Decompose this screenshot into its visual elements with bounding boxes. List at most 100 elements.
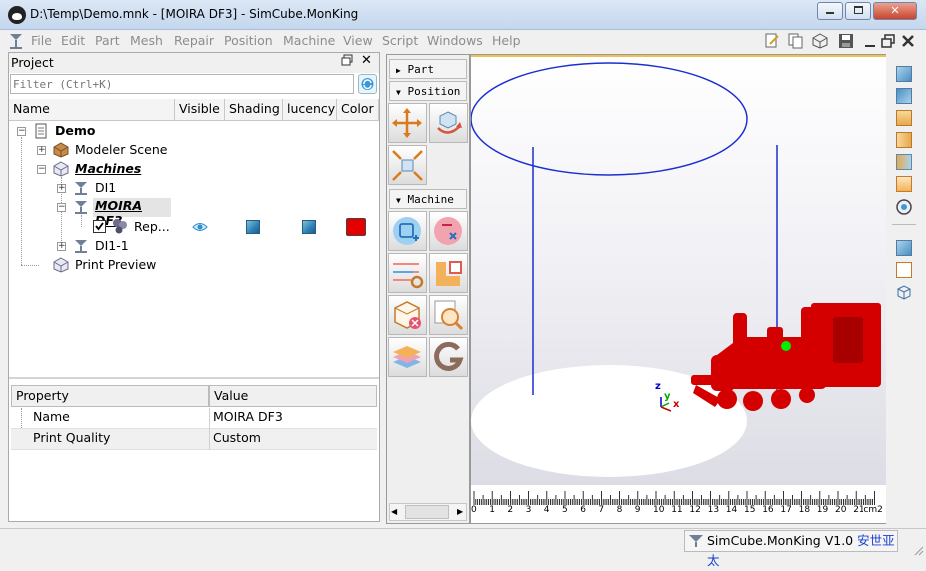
view-left-icon[interactable] [896,132,912,148]
expander-modeler-scene[interactable]: + [37,146,46,155]
copy-document-icon[interactable] [788,33,804,49]
app-logo-icon [8,6,26,24]
view-iso-icon[interactable] [896,66,912,82]
splitter[interactable] [9,377,379,379]
zoom-fit-icon[interactable] [895,198,913,216]
gcode-button[interactable] [429,337,468,377]
close-window-button[interactable]: ✕ [873,2,917,20]
rotate-tool-button[interactable] [429,103,468,143]
expander-di1[interactable]: + [57,184,66,193]
rep-checkbox[interactable] [93,220,106,233]
close-child-icon[interactable] [900,33,916,49]
float-panel-icon[interactable] [341,54,353,69]
position-section-header[interactable]: ▼ Position [389,81,467,101]
tree-item-machines[interactable]: Machines [75,161,141,180]
column-header-name[interactable]: Name [9,99,175,121]
machine-settings-button[interactable] [388,253,427,293]
save-icon[interactable] [838,33,854,49]
tree-item-print-preview[interactable]: Print Preview [75,257,156,276]
shaded-mode-icon[interactable] [896,240,912,256]
filter-input[interactable] [10,74,354,94]
machines-icon [53,161,69,177]
tree-item-modeler-scene[interactable]: Modeler Scene [75,142,167,161]
minimize-button[interactable] [817,2,843,20]
column-header-shading[interactable]: Shading [225,99,283,121]
view-right-icon[interactable] [896,154,912,170]
lucency-cube-icon[interactable] [302,220,316,234]
view-front-icon[interactable] [896,88,912,104]
tree-item-rep[interactable]: Rep... [134,219,170,238]
scene-canvas[interactable] [471,55,916,523]
color-swatch[interactable] [346,218,366,236]
printer-icon [75,182,87,195]
menu-machine[interactable]: Machine [283,33,335,48]
ruler-label: 6 [580,505,586,515]
wireframe-mode-icon[interactable] [896,284,912,300]
scroll-left-icon[interactable]: ◀ [391,507,397,516]
inspect-button[interactable] [429,295,468,335]
menu-edit[interactable]: Edit [61,33,85,48]
column-header-visible[interactable]: Visible [175,99,225,121]
expander-machines[interactable]: − [37,165,46,174]
ruler-label: 2 [507,505,514,515]
resize-grip-icon[interactable] [912,544,924,556]
magnifier-gear-icon [434,300,464,331]
add-machine-button[interactable] [388,211,427,251]
column-header-color[interactable]: Color [337,99,379,121]
tree-item-di1-1[interactable]: DI1-1 [95,238,129,257]
ruler-label: 5 [562,505,568,515]
shading-cube-icon[interactable] [246,220,260,234]
view-bottom-icon[interactable] [896,176,912,192]
scrollbar-thumb[interactable] [405,505,449,519]
project-panel-header [9,53,379,73]
tree-item-moira-df3[interactable]: MOIRA DF3 [93,198,171,228]
locomotive-model[interactable] [691,303,881,411]
menu-file[interactable]: File [31,33,52,48]
expander-di1-1[interactable]: + [57,242,66,251]
layout-button[interactable] [429,253,468,293]
parts-icon [113,219,127,234]
slice-layers-button[interactable] [388,337,427,377]
refresh-icon [361,78,374,90]
move-arrows-icon [392,108,422,138]
menu-windows[interactable]: Windows [427,33,483,48]
selection-marker [781,341,791,351]
menu-view[interactable]: View [343,33,373,48]
menu-part[interactable]: Part [95,33,120,48]
edit-document-icon[interactable] [764,33,780,49]
ruler-labels: 0 1 2 3 4 5 6 7 8 9 10 11 12 13 14 15 16 17 18 19 20 21 22 cm [471,505,886,519]
view-top-icon[interactable] [896,110,912,126]
expander-moira[interactable]: − [57,203,66,212]
menu-script[interactable]: Script [382,33,418,48]
maximize-button[interactable] [845,2,871,20]
filter-refresh-button[interactable] [358,74,377,94]
remove-machine-button[interactable] [429,211,468,251]
delete-part-button[interactable] [388,295,427,335]
menu-mesh[interactable]: Mesh [130,33,163,48]
app-menu-icon[interactable] [8,32,24,50]
scale-tool-button[interactable] [388,145,427,185]
document-icon [35,123,47,139]
3d-viewport[interactable]: z y x 0 1 2 3 4 5 6 7 8 9 10 11 12 13 14 15 16 17 18 19 20 21… [470,54,917,524]
tree-item-demo[interactable]: Demo [55,123,95,142]
part-section-header[interactable]: ▶ Part [389,59,467,79]
restore-child-icon[interactable] [880,33,896,49]
property-quality-value[interactable]: Custom [213,430,261,445]
menu-help[interactable]: Help [492,33,521,48]
move-tool-button[interactable] [388,103,427,143]
machine-section-header[interactable]: ▼ Machine [389,189,467,209]
menu-repair[interactable]: Repair [174,33,214,48]
scroll-right-icon[interactable]: ▶ [457,507,463,516]
eye-visible-icon[interactable] [192,221,208,233]
property-name-value[interactable]: MOIRA DF3 [213,409,283,424]
minimize-child-icon[interactable] [862,33,878,49]
axis-z-label: z [655,381,661,392]
expander-demo[interactable]: − [17,127,26,136]
menu-position[interactable]: Position [224,33,273,48]
close-panel-icon[interactable]: ✕ [361,53,372,68]
transparent-mode-icon[interactable] [896,262,912,278]
cube-view-icon[interactable] [812,33,828,49]
version-info: SimCube.MonKing V1.0 安世亚太 [684,530,898,568]
column-header-lucency[interactable]: lucency [283,99,337,121]
tree-item-di1[interactable]: DI1 [95,180,116,199]
